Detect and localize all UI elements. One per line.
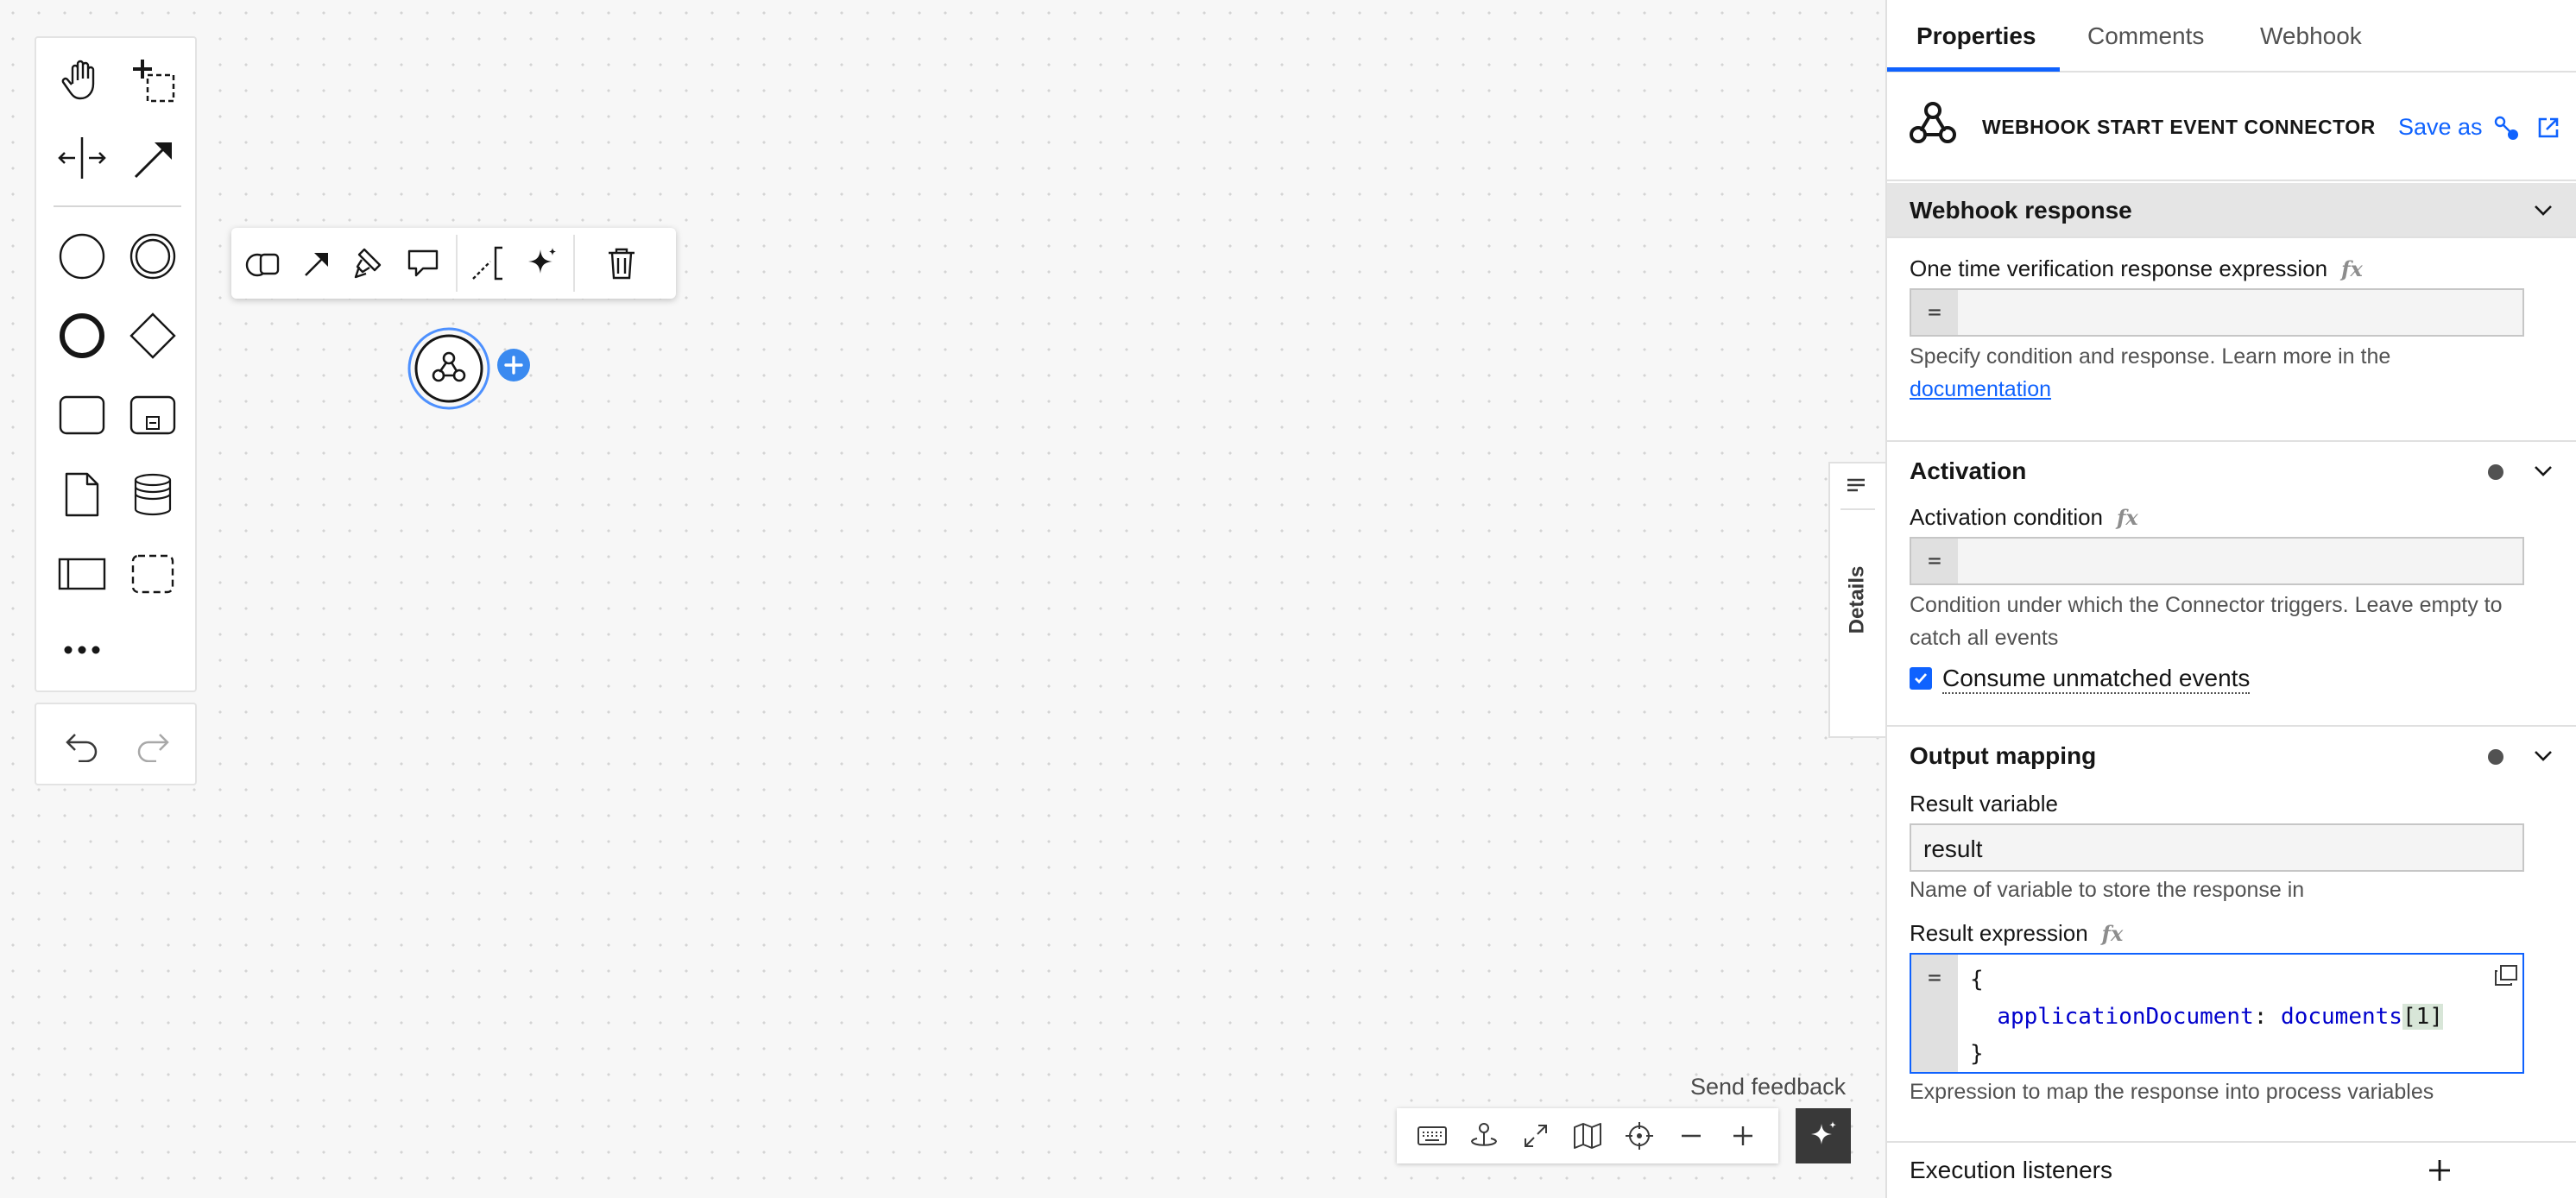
minimap-icon[interactable] xyxy=(1566,1114,1609,1157)
chevron-down-icon[interactable] xyxy=(2531,199,2555,223)
result-variable-label: Result variable xyxy=(1910,791,2058,817)
global-connect-tool-icon[interactable] xyxy=(123,128,183,188)
result-expression-label: Result expression fx xyxy=(1910,920,2124,946)
group-shape-icon[interactable] xyxy=(123,544,183,604)
keyboard-icon[interactable] xyxy=(1411,1114,1454,1157)
chevron-down-icon[interactable] xyxy=(2531,744,2555,768)
data-store-shape-icon[interactable] xyxy=(123,464,183,525)
result-expression-editor[interactable]: = { applicationDocument: documents[1] } xyxy=(1910,953,2524,1074)
chevron-down-icon[interactable] xyxy=(2531,459,2555,483)
space-tool-icon[interactable] xyxy=(52,128,112,188)
activation-help-text: Condition under which the Connector trig… xyxy=(1910,593,2503,650)
result-variable-help: Name of variable to store the response i… xyxy=(1910,878,2305,902)
start-event-shape-icon[interactable] xyxy=(52,226,112,287)
active-tab-indicator xyxy=(1887,67,2060,72)
group-has-data-dot xyxy=(2488,464,2503,480)
context-pad xyxy=(231,228,676,299)
consume-unmatched-label[interactable]: Consume unmatched events xyxy=(1942,665,2251,694)
verification-expression-input[interactable]: = xyxy=(1910,288,2524,337)
verification-expression-label: One time verification response expressio… xyxy=(1910,255,2363,281)
details-label: Details xyxy=(1845,565,1869,634)
result-variable-input[interactable]: result xyxy=(1910,823,2524,872)
task-shape-icon[interactable] xyxy=(52,385,112,445)
webhook-icon xyxy=(1904,95,1961,152)
tab-webhook[interactable]: Webhook xyxy=(2260,22,2362,50)
color-paint-icon[interactable] xyxy=(344,237,395,289)
subprocess-shape-icon[interactable] xyxy=(123,385,183,445)
group-header-activation[interactable]: Activation xyxy=(1887,457,2576,489)
group-has-data-dot xyxy=(2488,749,2503,765)
verification-help-text: Specify condition and response. Learn mo… xyxy=(1910,344,2391,401)
redo-icon[interactable] xyxy=(123,715,183,775)
tool-palette xyxy=(35,36,197,692)
lasso-tool-icon[interactable] xyxy=(123,50,183,110)
intermediate-event-shape-icon[interactable] xyxy=(123,226,183,287)
text-annotation-icon[interactable] xyxy=(463,237,515,289)
activation-condition-input[interactable]: = xyxy=(1910,537,2524,585)
delete-trash-icon[interactable] xyxy=(596,237,647,289)
tab-comments[interactable]: Comments xyxy=(2087,22,2204,50)
checkmark-icon xyxy=(1915,673,1928,684)
details-lines-icon xyxy=(1844,476,1868,498)
feel-fx-icon: fx xyxy=(2101,921,2124,946)
participant-shape-icon[interactable] xyxy=(52,544,112,604)
result-expression-help: Expression to map the response into proc… xyxy=(1910,1080,2434,1104)
undo-icon[interactable] xyxy=(52,715,112,775)
append-element-button[interactable] xyxy=(496,347,532,383)
hand-tool-icon[interactable] xyxy=(52,50,112,110)
feel-fx-icon: fx xyxy=(2117,505,2138,530)
feel-equals-marker: = xyxy=(1911,290,1958,335)
open-popup-editor-icon[interactable] xyxy=(2493,963,2519,987)
template-link-icon[interactable] xyxy=(2493,114,2521,142)
canvas-toolbar xyxy=(1397,1108,1778,1163)
webhook-start-event[interactable] xyxy=(407,326,491,411)
consume-unmatched-checkbox[interactable] xyxy=(1910,667,1932,690)
zoom-out-icon[interactable] xyxy=(1670,1114,1713,1157)
history-controls xyxy=(35,703,197,785)
ai-copilot-button[interactable] xyxy=(1796,1108,1851,1163)
ai-sparkle-icon[interactable] xyxy=(516,237,568,289)
documentation-link[interactable]: documentation xyxy=(1910,377,2051,401)
feel-fx-icon: fx xyxy=(2341,256,2363,281)
connect-arrow-icon[interactable] xyxy=(290,237,342,289)
comment-icon[interactable] xyxy=(397,237,449,289)
panel-tabs: Properties Comments Webhook xyxy=(1887,0,2576,73)
reset-view-crosshair-icon[interactable] xyxy=(1618,1114,1661,1157)
feel-equals-marker: = xyxy=(1911,955,1958,1072)
save-as-button[interactable]: Save as xyxy=(2398,114,2483,141)
fullscreen-icon[interactable] xyxy=(1514,1114,1557,1157)
variables-pin-icon[interactable] xyxy=(1462,1114,1506,1157)
feel-equals-marker: = xyxy=(1911,539,1958,583)
send-feedback-link[interactable]: Send feedback xyxy=(1690,1074,1846,1100)
panel-header: WEBHOOK START EVENT CONNECTOR Save as xyxy=(1887,73,2576,181)
change-type-icon[interactable] xyxy=(237,237,288,289)
group-header-output-mapping[interactable]: Output mapping xyxy=(1887,742,2576,773)
add-listener-plus-icon[interactable] xyxy=(2426,1157,2453,1184)
data-object-shape-icon[interactable] xyxy=(52,464,112,525)
zoom-in-icon[interactable] xyxy=(1721,1114,1765,1157)
group-header-webhook-response[interactable]: Webhook response xyxy=(1887,183,2576,238)
activation-condition-label: Activation condition fx xyxy=(1910,504,2138,530)
tab-properties[interactable]: Properties xyxy=(1916,22,2036,50)
gateway-shape-icon[interactable] xyxy=(123,306,183,366)
ai-sparkle-icon xyxy=(1811,1121,1836,1144)
end-event-shape-icon[interactable] xyxy=(52,306,112,366)
more-shapes-icon[interactable] xyxy=(52,620,112,680)
open-external-icon[interactable] xyxy=(2536,116,2560,140)
element-template-title: WEBHOOK START EVENT CONNECTOR xyxy=(1982,116,2376,138)
group-header-execution-listeners[interactable]: Execution listeners xyxy=(1887,1157,2576,1188)
properties-panel: Properties Comments Webhook WEBHOOK STAR… xyxy=(1885,0,2576,1198)
